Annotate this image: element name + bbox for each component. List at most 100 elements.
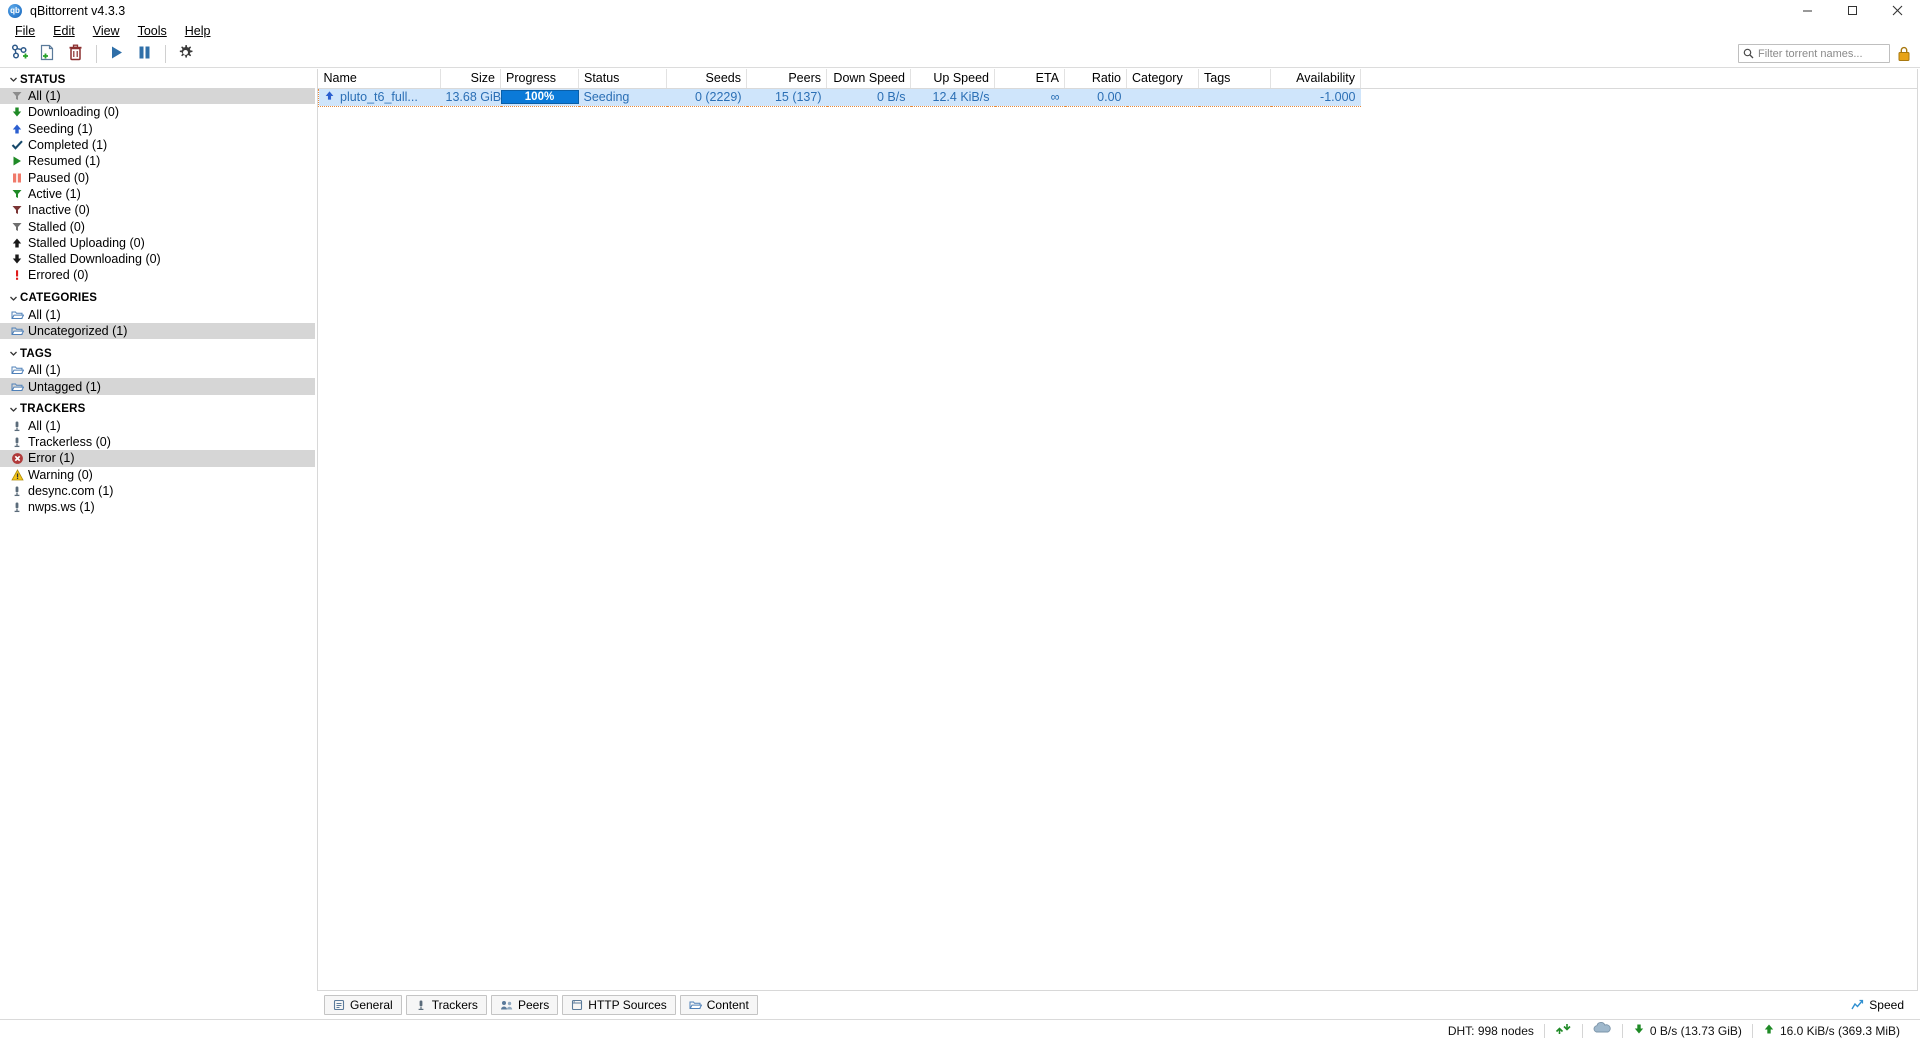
tab-general[interactable]: General	[324, 995, 402, 1015]
menu-help[interactable]: Help	[176, 22, 220, 40]
column-header-availability[interactable]: Availability	[1270, 69, 1361, 89]
delete-button[interactable]	[62, 41, 89, 67]
column-header-category[interactable]: Category	[1126, 69, 1199, 89]
table-row[interactable]: pluto_t6_full... 13.68 GiB 100% Seeding …	[318, 88, 1917, 107]
arrow-down-green-icon	[8, 106, 26, 118]
sidebar-item-all-trackers[interactable]: All (1)	[0, 418, 315, 434]
column-header-ratio[interactable]: Ratio	[1064, 69, 1127, 89]
tab-content[interactable]: Content	[679, 995, 758, 1015]
cell-name: pluto_t6_full...	[318, 88, 441, 107]
search-icon	[1743, 48, 1754, 59]
column-header-tags[interactable]: Tags	[1198, 69, 1271, 89]
sidebar-item-label: Active (1)	[28, 186, 81, 201]
sidebar-item-all-status[interactable]: All (1)	[0, 88, 315, 105]
maximize-icon[interactable]	[1830, 0, 1875, 22]
qbittorrent-window: qb qBittorrent v4.3.3 File Edit View Too…	[0, 0, 1920, 1041]
preferences-button[interactable]	[172, 41, 199, 67]
column-header-name[interactable]: Name	[318, 69, 441, 89]
sidebar-item-inactive[interactable]: Inactive (0)	[0, 202, 315, 218]
content-folder-icon	[689, 999, 702, 1011]
column-header-progress[interactable]: Progress	[500, 69, 579, 89]
column-header-status[interactable]: Status	[578, 69, 667, 89]
sidebar-item-label: Untagged (1)	[28, 379, 101, 394]
folder-icon	[8, 309, 26, 321]
title-bar: qb qBittorrent v4.3.3	[0, 0, 1920, 22]
cell-up-speed: 12.4 KiB/s	[910, 88, 995, 107]
menu-tools[interactable]: Tools	[129, 22, 176, 40]
column-header-eta[interactable]: ETA	[994, 69, 1065, 89]
status-connection[interactable]	[1545, 1020, 1582, 1041]
search-box[interactable]	[1738, 44, 1890, 63]
sidebar-item-all-categories[interactable]: All (1)	[0, 307, 315, 323]
sidebar-section-tags[interactable]: TAGS	[0, 345, 315, 362]
sidebar-item-stalled[interactable]: Stalled (0)	[0, 218, 315, 234]
tab-http-sources[interactable]: HTTP Sources	[562, 995, 676, 1015]
sidebar-item-label: Error (1)	[28, 451, 75, 466]
sidebar-item-downloading[interactable]: Downloading (0)	[0, 104, 315, 120]
sidebar-item-seeding[interactable]: Seeding (1)	[0, 121, 315, 137]
sidebar-section-trackers[interactable]: TRACKERS	[0, 401, 315, 418]
sidebar-item-all-tags[interactable]: All (1)	[0, 362, 315, 378]
column-header-peers[interactable]: Peers	[746, 69, 827, 89]
trash-icon	[66, 43, 85, 65]
sidebar-item-tracker-error[interactable]: Error (1)	[0, 450, 315, 467]
sidebar-item-label: Downloading (0)	[28, 105, 120, 120]
status-dht: DHT: 998 nodes	[1438, 1020, 1544, 1041]
sidebar-item-label: All (1)	[28, 418, 61, 433]
sidebar-item-uncategorized[interactable]: Uncategorized (1)	[0, 322, 315, 340]
pause-icon	[135, 43, 154, 65]
pause-button[interactable]	[131, 41, 158, 67]
sidebar-item-tracker-desync[interactable]: desync.com (1)	[0, 483, 315, 499]
cell-size: 13.68 GiB	[440, 88, 501, 107]
sidebar-item-completed[interactable]: Completed (1)	[0, 137, 315, 153]
filter-green-icon	[8, 188, 26, 200]
torrent-list-empty-area[interactable]	[318, 106, 1917, 990]
column-header-seeds[interactable]: Seeds	[666, 69, 747, 89]
cell-filler	[1360, 88, 1917, 106]
sidebar-item-label: Stalled Uploading (0)	[28, 235, 145, 250]
add-torrent-link-button[interactable]	[6, 41, 33, 67]
window-title: qBittorrent v4.3.3	[30, 3, 126, 18]
sidebar-section-categories[interactable]: CATEGORIES	[0, 290, 315, 307]
error-circle-icon	[8, 452, 26, 465]
menu-help-label: Help	[184, 24, 211, 38]
minimize-icon[interactable]	[1785, 0, 1830, 22]
sidebar-section-status[interactable]: STATUS	[0, 71, 315, 88]
sidebar-item-label: Paused (0)	[28, 170, 90, 185]
lock-icon[interactable]	[1896, 44, 1912, 63]
sidebar-item-tracker-warning[interactable]: Warning (0)	[0, 467, 315, 483]
menu-edit[interactable]: Edit	[44, 22, 84, 40]
menu-view[interactable]: View	[84, 22, 129, 40]
resume-button[interactable]	[103, 41, 130, 67]
sidebar-section-status-label: STATUS	[20, 73, 66, 86]
sidebar-item-untagged[interactable]: Untagged (1)	[0, 378, 315, 395]
folder-icon	[8, 364, 26, 376]
sidebar-item-paused[interactable]: Paused (0)	[0, 169, 315, 185]
progress-bar: 100%	[500, 90, 579, 104]
tab-speed[interactable]: Speed	[1843, 995, 1912, 1015]
search-input[interactable]	[1758, 47, 1885, 60]
close-icon[interactable]	[1875, 0, 1920, 22]
menu-file[interactable]: File	[6, 22, 44, 40]
menu-bar: File Edit View Tools Help	[0, 22, 1920, 40]
sidebar-item-trackerless[interactable]: Trackerless (0)	[0, 434, 315, 450]
general-icon	[333, 999, 345, 1011]
add-torrent-file-button[interactable]	[34, 41, 61, 67]
sidebar-item-resumed[interactable]: Resumed (1)	[0, 153, 315, 169]
status-alt-speed[interactable]	[1583, 1020, 1622, 1041]
detail-tab-bar: General Trackers Peers HTTP Sources Cont…	[316, 991, 1920, 1019]
arrow-down-black-icon	[8, 253, 26, 265]
sidebar-item-active[interactable]: Active (1)	[0, 186, 315, 202]
sidebar-item-stalled-downloading[interactable]: Stalled Downloading (0)	[0, 251, 315, 267]
tab-peers[interactable]: Peers	[490, 995, 559, 1015]
sidebar-item-stalled-uploading[interactable]: Stalled Uploading (0)	[0, 235, 315, 251]
column-header-size[interactable]: Size	[440, 69, 501, 89]
status-dht-label: DHT: 998 nodes	[1447, 1023, 1534, 1038]
column-header-down-speed[interactable]: Down Speed	[826, 69, 911, 89]
sidebar-item-errored[interactable]: Errored (0)	[0, 267, 315, 283]
sidebar-item-tracker-nwps[interactable]: nwps.ws (1)	[0, 499, 315, 515]
column-header-up-speed[interactable]: Up Speed	[910, 69, 995, 89]
sidebar-item-label: All (1)	[28, 89, 61, 104]
tab-trackers[interactable]: Trackers	[405, 995, 487, 1015]
tab-trackers-label: Trackers	[431, 998, 478, 1012]
